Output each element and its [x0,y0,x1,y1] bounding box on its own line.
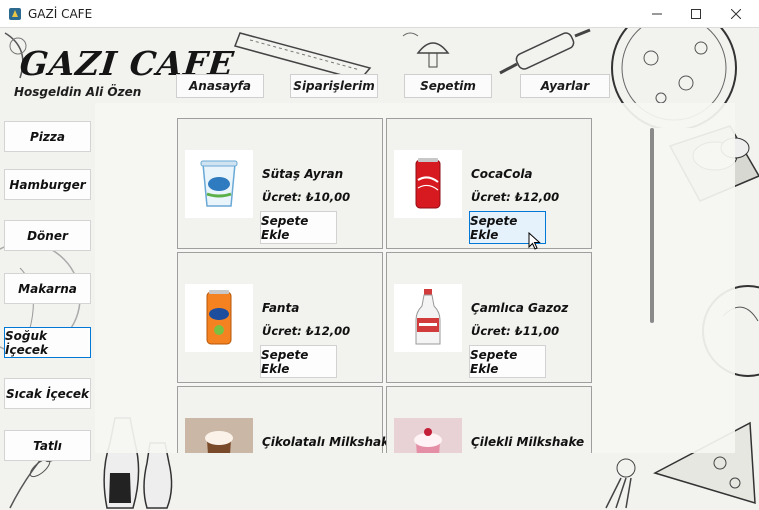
nav-sepetim-button[interactable]: Sepetim [404,74,492,98]
product-name: Fanta [262,301,300,315]
product-price: Ücret: ₺12,00 [262,324,351,338]
add-to-cart-button[interactable]: Sepete Ekle [469,345,546,378]
product-card: CocaCola Ücret: ₺12,00 Sepete Ekle [386,118,592,249]
gazoz-bottle-icon [415,289,441,345]
product-card: Sütaş Ayran Ücret: ₺10,00 Sepete Ekle [177,118,383,249]
chocolate-milkshake-icon [185,418,253,453]
product-image [185,150,253,218]
mouse-cursor-icon [528,232,541,250]
minimize-icon [652,13,662,15]
product-card: Fanta Ücret: ₺12,00 Sepete Ekle [177,252,383,383]
product-card: Çilekli Milkshake [386,386,592,453]
product-name: Sütaş Ayran [262,167,344,181]
product-name: Çamlıca Gazoz [471,301,569,315]
ayran-cup-icon [200,160,238,207]
add-to-cart-button[interactable]: Sepete Ekle [260,345,337,378]
category-sicak-icecek-button[interactable]: Sıcak İçecek [4,378,91,409]
category-pizza-button[interactable]: Pizza [4,121,91,152]
category-hamburger-button[interactable]: Hamburger [4,169,91,200]
app-canvas: GAZI CAFE Hosgeldin Ali Özen Anasayfa Si… [0,28,759,510]
cola-can-icon [415,158,441,209]
minimize-button[interactable] [637,0,677,28]
whisk-doodle [605,458,636,509]
add-to-cart-button[interactable]: Sepete Ekle [260,211,337,244]
welcome-text: Hosgeldin Ali Özen [14,85,142,99]
vertical-scrollbar[interactable] [650,128,654,323]
product-list[interactable]: Sütaş Ayran Ücret: ₺10,00 Sepete Ekle Co… [174,116,644,453]
product-price: Ücret: ₺10,00 [262,190,351,204]
close-icon [731,9,741,19]
product-name: Çilekli Milkshake [471,435,585,449]
nav-anasayfa-button[interactable]: Anasayfa [176,74,264,98]
product-price: Ücret: ₺12,00 [471,190,560,204]
product-card: Çikolatalı Milkshake [177,386,397,453]
maximize-icon [691,9,701,19]
window-titlebar: GAZİ CAFE [0,0,759,28]
product-image [394,284,462,352]
nav-siparislerim-button[interactable]: Siparişlerim [290,74,378,98]
category-soguk-icecek-button[interactable]: Soğuk İçecek [4,327,91,358]
close-button[interactable] [716,0,756,28]
window-title: GAZİ CAFE [28,7,93,21]
fanta-can-icon [206,290,232,345]
app-icon [9,8,21,20]
product-name: Çikolatalı Milkshake [262,435,397,449]
product-card: Çamlıca Gazoz Ücret: ₺11,00 Sepete Ekle [386,252,592,383]
category-tatli-button[interactable]: Tatlı [4,430,91,461]
product-image [394,418,462,453]
product-image [185,284,253,352]
product-image [185,418,253,453]
category-doner-button[interactable]: Döner [4,220,91,251]
product-image [394,150,462,218]
product-price: Ücret: ₺11,00 [471,324,560,338]
product-name: CocaCola [471,167,533,181]
mushroom-doodle [402,32,450,68]
strawberry-milkshake-icon [394,418,462,453]
maximize-button[interactable] [676,0,716,28]
nav-ayarlar-button[interactable]: Ayarlar [520,74,610,98]
category-makarna-button[interactable]: Makarna [4,273,91,304]
